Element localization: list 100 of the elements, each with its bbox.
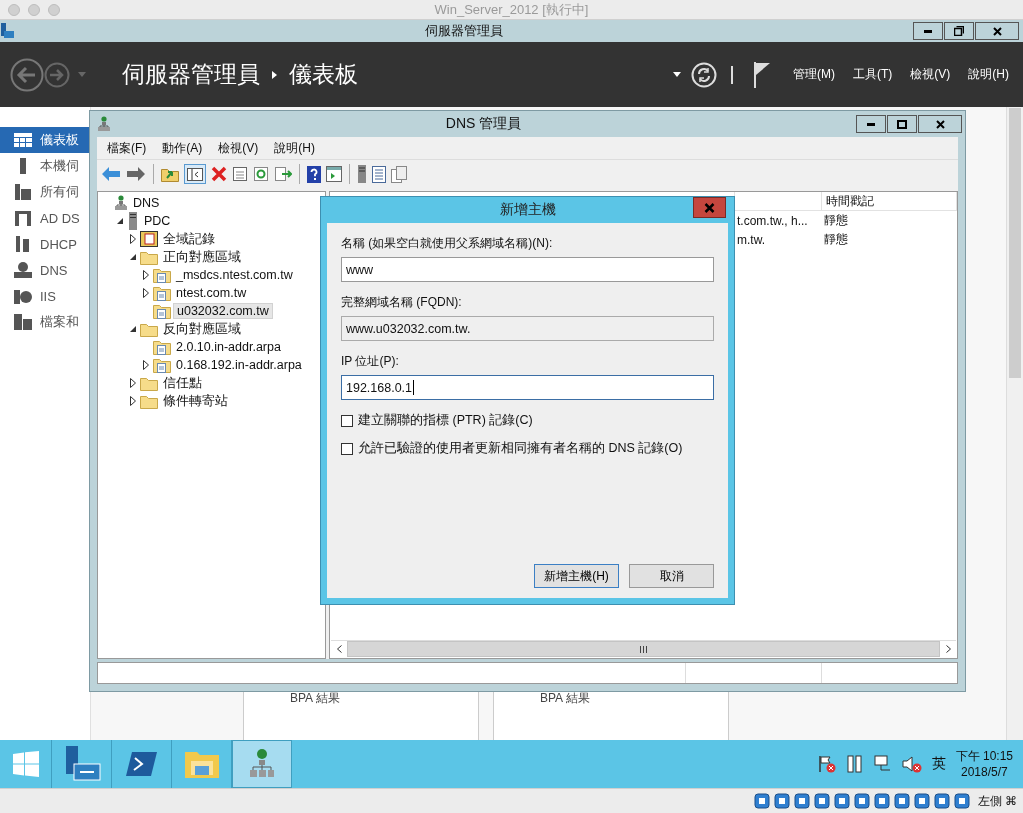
field-label: 名稱 (如果空白就使用父系網域名稱)(N):	[341, 235, 554, 252]
breadcrumb-item[interactable]: 儀表板	[289, 59, 358, 90]
back-icon[interactable]	[10, 57, 44, 92]
directory-icon	[14, 210, 32, 226]
dialog-button[interactable]: 新增主機(H)	[534, 564, 619, 588]
dialog-title: 新增主機	[499, 201, 556, 219]
menu-item[interactable]: 檢視(V)	[910, 66, 951, 83]
tree-item[interactable]: DNS	[130, 196, 163, 210]
tree-item[interactable]: _msdcs.ntest.com.tw	[173, 268, 296, 282]
minimize-icon	[867, 122, 875, 126]
minimize-button[interactable]	[856, 115, 886, 133]
expanded-icon	[129, 253, 137, 261]
close-button[interactable]	[975, 22, 1019, 40]
up-folder-icon[interactable]	[161, 166, 179, 182]
tree-item[interactable]: 反向對應區域	[160, 320, 244, 338]
panel-icon[interactable]	[326, 166, 342, 182]
checkbox[interactable]	[341, 414, 353, 427]
input-field[interactable]: 192.168.0.1	[341, 375, 714, 400]
tree-item[interactable]: PDC	[141, 214, 174, 228]
field-label: IP 位址(P):	[341, 353, 400, 370]
tools-icon	[14, 236, 32, 252]
menu-item[interactable]: 說明(H)	[274, 139, 315, 157]
zone-folder-icon	[153, 267, 171, 283]
tree-item[interactable]: 條件轉寄站	[160, 392, 231, 410]
device-icon[interactable]	[845, 755, 864, 773]
forward-icon[interactable]	[126, 166, 146, 182]
sidebar-item[interactable]: AD DS	[0, 205, 90, 231]
divider-icon	[731, 65, 733, 84]
network-status-icon[interactable]	[873, 755, 892, 773]
server-icon[interactable]	[357, 165, 367, 183]
table-cell-text: m.tw.	[736, 232, 766, 247]
zone-folder-icon	[153, 285, 171, 301]
pane-toggle-icon[interactable]	[184, 164, 206, 184]
list-icon[interactable]	[372, 165, 386, 183]
tree-item[interactable]: 0.168.192.in-addr.arpa	[173, 358, 305, 372]
checkbox-label[interactable]: 允許已驗證的使用者更新相同擁有者名稱的 DNS 記錄(O)	[358, 440, 683, 457]
tree-item[interactable]: ntest.com.tw	[173, 286, 250, 300]
menu-item[interactable]: 說明(H)	[968, 66, 1009, 83]
breadcrumb-item[interactable]: 伺服器管理員	[122, 59, 260, 90]
tree-item[interactable]: 信任點	[160, 374, 205, 392]
tree-item[interactable]: 2.0.10.in-addr.arpa	[173, 340, 284, 354]
back-icon[interactable]	[101, 166, 121, 182]
windows-icon	[12, 751, 39, 777]
dropdown-icon	[78, 72, 86, 77]
minimize-button[interactable]	[913, 22, 943, 40]
tree-item[interactable]: u032032.com.tw	[173, 303, 273, 319]
field-label: 完整網域名稱 (FQDN):	[341, 294, 463, 311]
sidebar-item[interactable]: 儀表板	[0, 127, 90, 153]
sidebar-item[interactable]: DNS	[0, 257, 90, 283]
sidebar-item[interactable]: 檔案和	[0, 309, 90, 335]
speaker-muted-icon[interactable]	[901, 755, 922, 773]
expanded-icon	[129, 325, 137, 333]
close-icon	[992, 26, 1002, 36]
flag-icon[interactable]	[753, 61, 771, 88]
menu-item[interactable]: 管理(M)	[793, 66, 835, 83]
sidebar-item[interactable]: IIS	[0, 283, 90, 309]
copy-icon[interactable]	[391, 165, 407, 183]
close-button[interactable]	[918, 115, 962, 133]
properties-icon[interactable]	[232, 166, 248, 182]
table-cell-text: 靜態	[823, 231, 849, 248]
menu-item[interactable]: 工具(T)	[853, 66, 893, 83]
server-icon	[127, 212, 139, 230]
input-method-indicator[interactable]: 英	[931, 755, 946, 773]
scroll-left-icon[interactable]	[336, 645, 342, 653]
table-cell-text: 靜態	[823, 212, 849, 229]
menu-item[interactable]: 檔案(F)	[107, 139, 147, 157]
input-field[interactable]: www	[341, 257, 714, 282]
taskbar-app[interactable]	[232, 740, 292, 788]
sidebar-item[interactable]: DHCP	[0, 231, 90, 257]
dropdown-icon	[673, 72, 681, 77]
zone-folder-icon	[153, 303, 171, 319]
scroll-right-icon[interactable]	[945, 645, 951, 653]
tree-item[interactable]: 正向對應區域	[160, 248, 244, 266]
sidebar-item[interactable]: 所有伺	[0, 179, 90, 205]
close-icon	[935, 119, 945, 129]
checkbox[interactable]	[341, 442, 353, 455]
collapsed-icon	[130, 234, 136, 244]
text-cursor	[413, 380, 415, 395]
scrollbar-thumb[interactable]	[347, 641, 940, 657]
column-header[interactable]: 時間戳記	[822, 192, 957, 210]
sidebar-item[interactable]: 本機伺	[0, 153, 90, 179]
tree-item[interactable]: 全域記錄	[160, 230, 218, 248]
delete-icon[interactable]	[211, 166, 227, 182]
maximize-button[interactable]	[887, 115, 917, 133]
tile-title: BPA 結果	[290, 691, 340, 705]
scrollbar[interactable]	[1006, 107, 1023, 740]
folder-server-icon	[14, 314, 32, 330]
dashboard-icon	[14, 133, 32, 147]
export-icon[interactable]	[274, 166, 292, 182]
help-icon[interactable]	[307, 165, 321, 183]
zone-folder-icon	[153, 357, 171, 373]
checkbox-label[interactable]: 建立關聯的指標 (PTR) 記錄(C)	[358, 412, 533, 429]
menu-item[interactable]: 檢視(V)	[218, 139, 259, 157]
restore-button[interactable]	[944, 22, 974, 40]
grip-icon	[640, 645, 647, 653]
menu-item[interactable]: 動作(A)	[162, 139, 203, 157]
flag-error-icon[interactable]	[817, 755, 836, 773]
input-field[interactable]: www.u032032.com.tw.	[341, 316, 714, 341]
globe-server-icon	[14, 288, 32, 304]
dialog-button[interactable]: 取消	[629, 564, 714, 588]
